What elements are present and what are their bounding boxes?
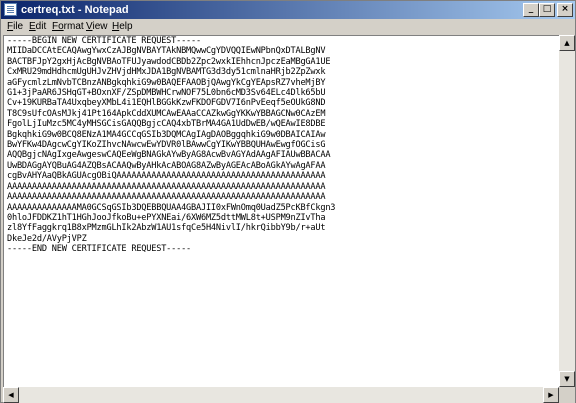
scrollbar-corner xyxy=(559,387,575,403)
menu-view[interactable]: View xyxy=(86,20,108,33)
scroll-left-button[interactable]: ◀ xyxy=(3,387,19,403)
window-title: certreq.txt - Notepad xyxy=(21,4,129,16)
menu-view-label: iew xyxy=(92,21,108,32)
menu-edit-label: dit xyxy=(35,21,47,32)
vertical-scrollbar[interactable]: ▲ ▼ xyxy=(559,35,575,387)
menu-edit[interactable]: Edit xyxy=(29,20,46,33)
minimize-button[interactable]: _ xyxy=(523,3,539,17)
menu-file[interactable]: File xyxy=(7,20,23,33)
menu-help[interactable]: Help xyxy=(112,20,133,33)
menu-bar: File Edit Format View Help xyxy=(1,19,575,35)
scroll-down-button[interactable]: ▼ xyxy=(559,371,575,387)
menu-edit-accel: E xyxy=(29,21,36,32)
menu-format[interactable]: Format xyxy=(52,20,84,33)
horizontal-scrollbar[interactable]: ◀ ▶ xyxy=(3,387,559,403)
scroll-right-button[interactable]: ▶ xyxy=(543,387,559,403)
title-bar[interactable]: certreq.txt - Notepad _ □ × xyxy=(1,1,575,19)
scroll-up-button[interactable]: ▲ xyxy=(559,35,575,51)
menu-file-label: ile xyxy=(13,21,24,32)
menu-help-label: elp xyxy=(119,21,133,32)
notepad-icon[interactable] xyxy=(4,3,17,16)
notepad-window: certreq.txt - Notepad _ □ × File Edit Fo… xyxy=(0,0,576,403)
document-text[interactable]: -----BEGIN NEW CERTIFICATE REQUEST----- … xyxy=(4,36,559,255)
maximize-button[interactable]: □ xyxy=(539,3,555,17)
menu-format-accel: Fo xyxy=(52,21,64,32)
text-editor[interactable]: -----BEGIN NEW CERTIFICATE REQUEST----- … xyxy=(3,35,559,387)
close-button[interactable]: × xyxy=(557,3,573,17)
menu-format-label: rmat xyxy=(63,21,84,32)
